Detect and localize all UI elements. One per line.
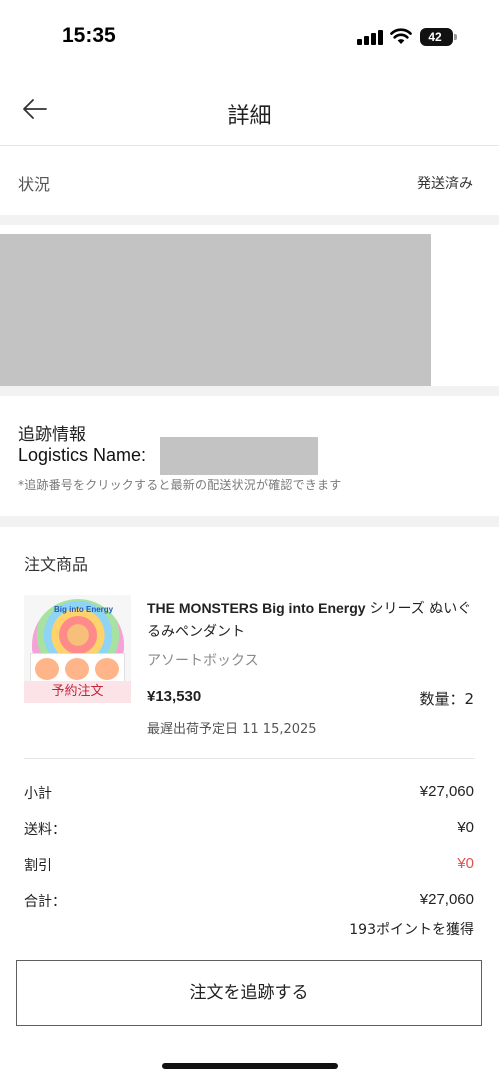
subtotal-label: 小計 — [24, 786, 52, 802]
total-row: 合計： ¥27,060 — [24, 891, 474, 911]
home-indicator[interactable] — [162, 1063, 338, 1069]
section-divider — [0, 516, 499, 527]
track-order-button[interactable]: 注文を追跡する — [16, 960, 482, 1026]
subtotal-row: 小計 ¥27,060 — [24, 783, 474, 803]
ship-date: 最遅出荷予定日 11 15,2025 — [147, 722, 317, 737]
product-box-art — [30, 653, 125, 683]
product-price: ¥13,530 — [147, 688, 202, 705]
section-divider — [0, 215, 499, 225]
preorder-badge: 予約注文 — [24, 681, 131, 703]
redacted-address-block — [0, 234, 431, 391]
cellular-signal-icon — [357, 30, 383, 45]
shipping-fee-value: ¥0 — [457, 819, 474, 836]
product-image-logo: Big into Energy — [54, 605, 114, 614]
section-divider — [0, 386, 499, 396]
nav-header: 詳細 — [0, 76, 499, 146]
product-quantity: 数量：2 — [419, 690, 474, 708]
status-value: 発送済み — [417, 176, 473, 192]
product-image[interactable]: Big into Energy 予約注文 — [24, 595, 131, 703]
order-detail-screen: 15:35 42 詳細 状況 発送済み 追跡情報 Logistics Name: — [0, 0, 499, 1080]
shipping-fee-label: 送料： — [24, 822, 66, 838]
page-title: 詳細 — [227, 104, 272, 129]
subtotal-value: ¥27,060 — [419, 783, 474, 800]
divider — [24, 758, 475, 759]
tracking-section: 追跡情報 Logistics Name: *追跡番号をクリックすると最新の配送状… — [0, 398, 499, 516]
tracking-note: *追跡番号をクリックすると最新の配送状況が確認できます — [18, 478, 342, 492]
tracking-heading: 追跡情報 — [18, 425, 86, 445]
status-time: 15:35 — [62, 24, 116, 47]
total-label: 合計： — [24, 894, 66, 910]
status-label: 状況 — [18, 175, 51, 194]
wifi-icon — [390, 28, 412, 44]
discount-label: 割引 — [24, 858, 52, 874]
discount-row: 割引 ¥0 — [24, 855, 474, 875]
order-items-heading: 注文商品 — [24, 555, 89, 574]
product-variant: アソートボックス — [147, 653, 259, 669]
redacted-logistics-name[interactable] — [160, 437, 318, 475]
discount-value: ¥0 — [457, 855, 474, 872]
battery-icon: 42 — [420, 28, 457, 46]
shipping-status-row: 状況 発送済み — [0, 147, 499, 215]
status-bar: 15:35 42 — [0, 0, 499, 76]
product-title[interactable]: THE MONSTERS Big into Energy シリーズ ぬいぐるみペ… — [147, 597, 477, 643]
shipping-fee-row: 送料： ¥0 — [24, 819, 474, 839]
points-earned: 193ポイントを獲得 — [349, 922, 474, 938]
product-title-en: THE MONSTERS Big into Energy — [147, 600, 366, 616]
logistics-name-label: Logistics Name: — [18, 445, 147, 465]
total-value: ¥27,060 — [419, 891, 474, 908]
